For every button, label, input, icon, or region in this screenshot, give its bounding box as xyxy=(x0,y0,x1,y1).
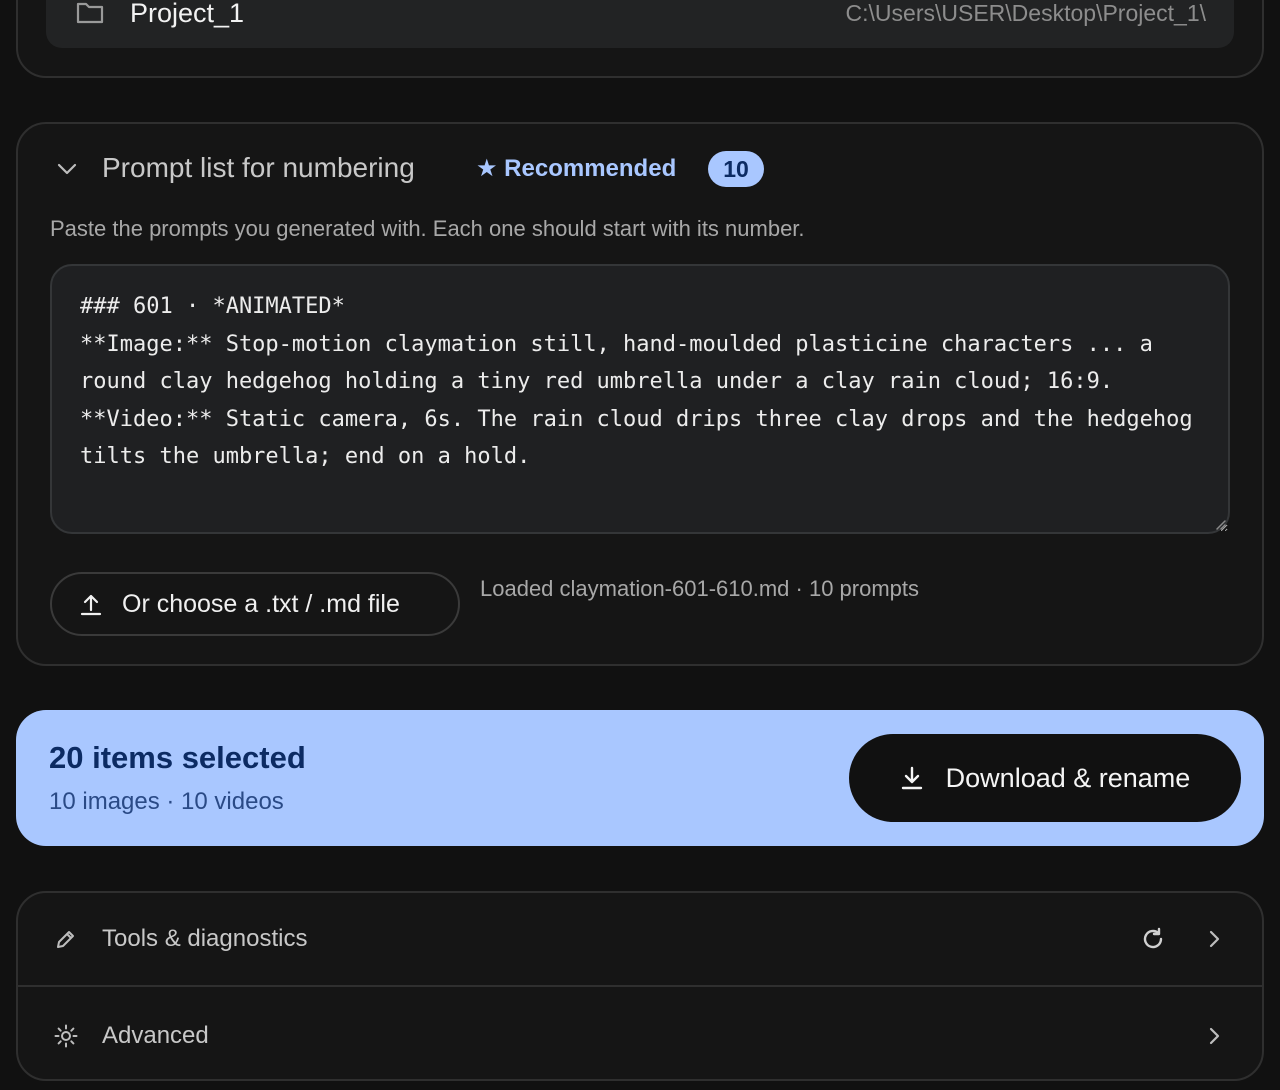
recommended-badge: ★ Recommended xyxy=(476,155,677,182)
selection-bar: 20 items selected 10 images · 10 videos … xyxy=(16,710,1264,846)
selected-detail: 10 images · 10 videos xyxy=(49,788,284,815)
refresh-icon[interactable] xyxy=(1140,926,1166,952)
project-name: Project_1 xyxy=(130,0,245,28)
tools-diagnostics-row[interactable]: Tools & diagnostics xyxy=(18,893,1262,987)
prompt-textarea[interactable]: ### 601 · *ANIMATED* **Image:** Stop-mot… xyxy=(50,264,1230,534)
file-status: Loaded claymation-601-610.md · 10 prompt… xyxy=(480,576,920,601)
choose-file-label: Or choose a .txt / .md file xyxy=(122,589,400,618)
advanced-label: Advanced xyxy=(102,1022,209,1049)
prompt-count-badge: 10 xyxy=(708,151,764,187)
download-rename-button[interactable]: Download & rename xyxy=(849,734,1241,822)
pencil-icon xyxy=(57,931,74,948)
folder-icon xyxy=(76,2,104,24)
resize-grip-icon[interactable] xyxy=(1214,518,1226,530)
prompt-help-text: Paste the prompts you generated with. Ea… xyxy=(50,216,805,241)
chevron-down-icon[interactable] xyxy=(56,158,78,180)
download-rename-label: Download & rename xyxy=(945,762,1191,793)
upload-icon xyxy=(80,594,102,616)
download-icon xyxy=(901,766,922,790)
tools-diagnostics-label: Tools & diagnostics xyxy=(102,925,308,952)
prompt-list-card: Prompt list for numbering ★ Recommended … xyxy=(16,122,1264,666)
selected-count: 20 items selected xyxy=(49,740,306,775)
chevron-right-icon xyxy=(1209,930,1220,948)
sun-icon xyxy=(54,1024,78,1048)
prompt-list-title: Prompt list for numbering xyxy=(102,152,415,183)
project-card: Project_1 C:\Users\USER\Desktop\Project_… xyxy=(16,0,1264,78)
project-path: C:\Users\USER\Desktop\Project_1\ xyxy=(845,0,1206,26)
project-row[interactable]: Project_1 C:\Users\USER\Desktop\Project_… xyxy=(46,0,1234,48)
chevron-right-icon xyxy=(1209,1027,1220,1045)
choose-file-button[interactable]: Or choose a .txt / .md file xyxy=(50,572,460,636)
tools-card: Tools & diagnostics Advanced xyxy=(16,891,1264,1081)
advanced-row[interactable]: Advanced xyxy=(18,989,1262,1083)
